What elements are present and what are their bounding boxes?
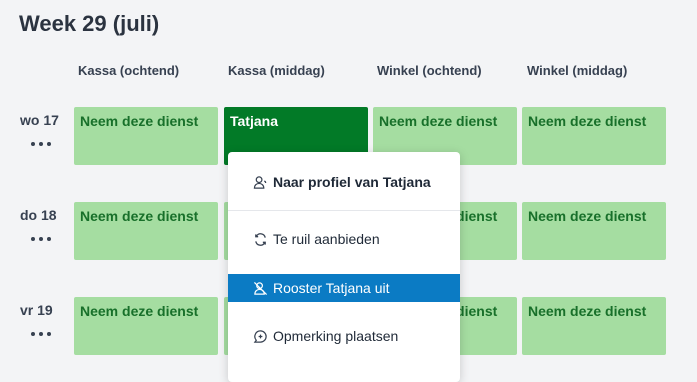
refresh-icon [255,232,266,246]
comment-icon [253,329,267,343]
shift-cell-open[interactable]: Neem deze dienst [522,297,666,355]
day-label: do 18 [20,207,57,223]
column-header-winkel-middag: Winkel (middag) [527,63,628,78]
column-header-kassa-ochtend: Kassa (ochtend) [78,63,180,78]
user-icon [253,175,267,189]
shift-cell-open[interactable]: Neem deze dienst [74,202,218,260]
shift-cell-open[interactable]: Neem deze dienst [522,107,666,165]
shift-context-menu: Naar profiel van Tatjana Te ruil aanbied… [228,152,460,382]
menu-item-label: Naar profiel van Tatjana [273,174,431,190]
week-title: Week 29 (juli) [19,11,160,36]
menu-item-trade[interactable]: Te ruil aanbieden [228,225,460,253]
menu-item-label: Opmerking plaatsen [273,328,399,344]
shift-cell-open[interactable]: Neem deze dienst [74,107,218,165]
shift-cell-open[interactable]: Neem deze dienst [522,202,666,260]
day-label: wo 17 [20,112,59,128]
column-header-winkel-ochtend: Winkel (ochtend) [377,63,482,78]
menu-item-profile[interactable]: Naar profiel van Tatjana [228,168,460,196]
day-label: vr 19 [20,302,53,318]
day-options-dots-icon[interactable] [31,329,51,339]
day-options-dots-icon[interactable] [31,234,51,244]
shift-cell-open[interactable]: Neem deze dienst [74,297,218,355]
user-remove-icon [253,281,268,295]
menu-item-label: Rooster Tatjana uit [273,280,390,296]
menu-item-comment[interactable]: Opmerking plaatsen [228,322,460,350]
column-header-kassa-middag: Kassa (middag) [228,63,325,78]
menu-item-unschedule[interactable]: Rooster Tatjana uit [228,274,460,302]
day-options-dots-icon[interactable] [31,139,51,149]
menu-item-label: Te ruil aanbieden [273,231,380,247]
menu-divider [228,210,460,211]
